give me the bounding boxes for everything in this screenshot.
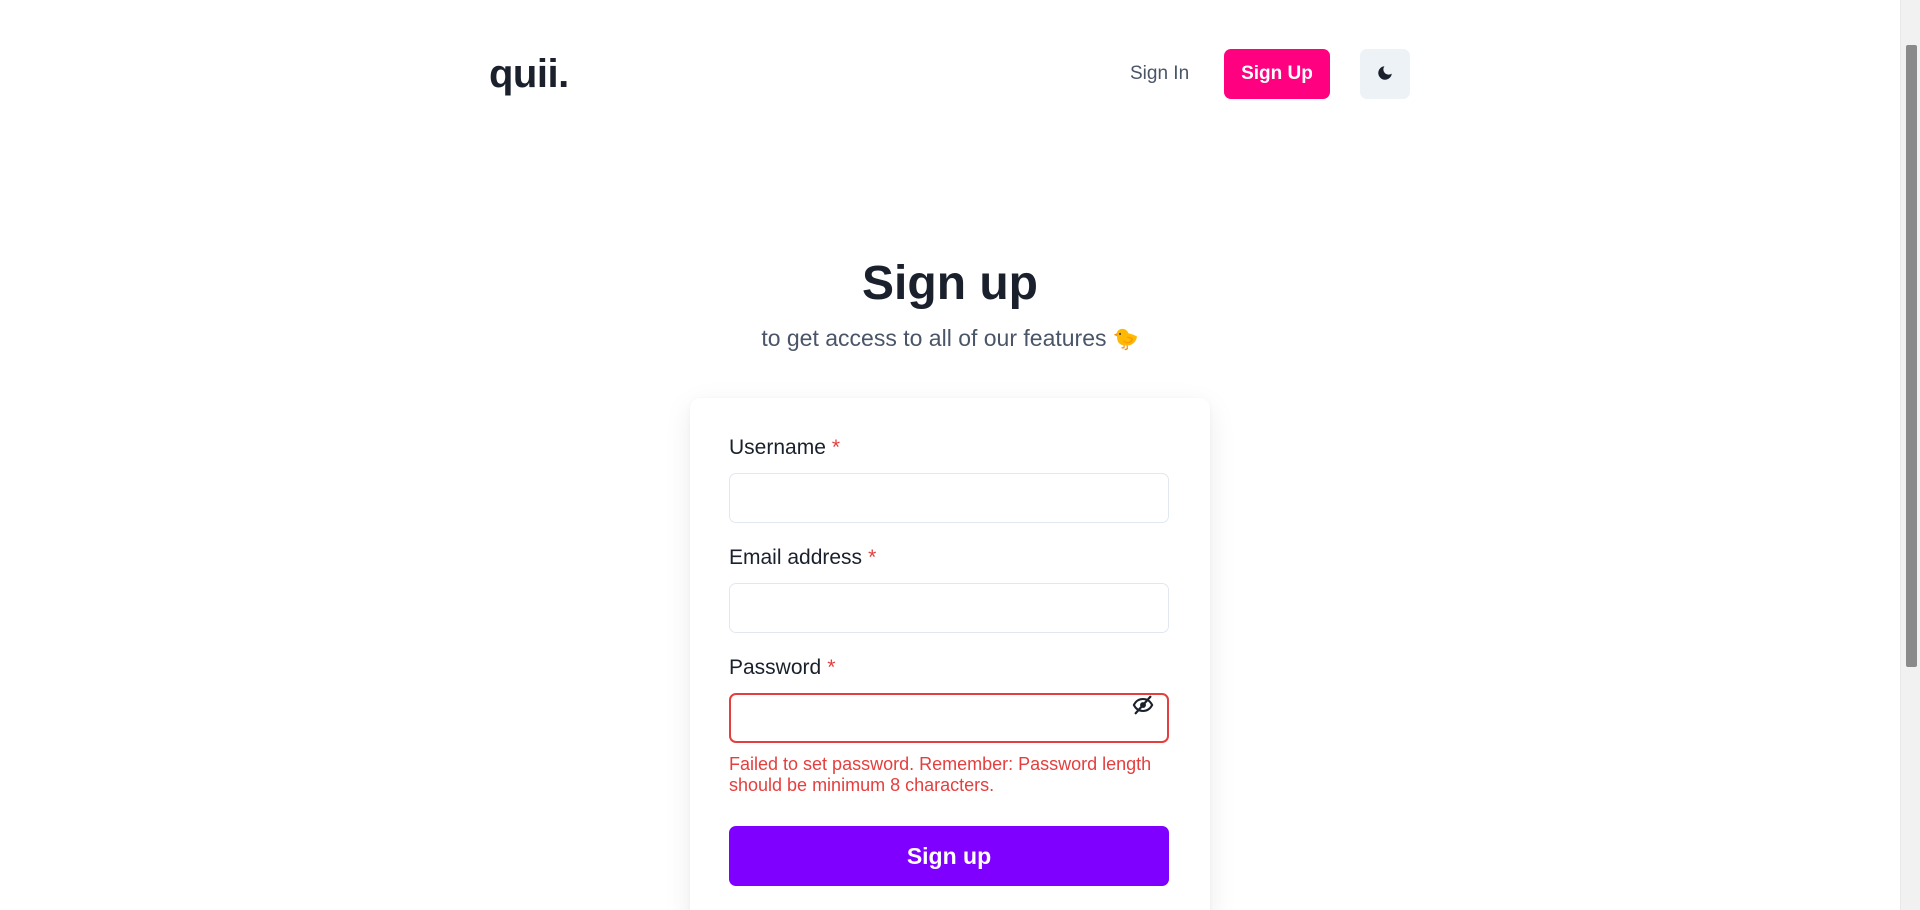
scrollbar-thumb[interactable]	[1906, 45, 1917, 667]
submit-signup-button[interactable]: Sign up	[729, 826, 1169, 886]
sign-up-button[interactable]: Sign Up	[1224, 49, 1330, 99]
required-asterisk: *	[831, 436, 841, 459]
password-error-message: Failed to set password. Remember: Passwo…	[729, 754, 1152, 795]
username-label: Username *	[729, 433, 840, 463]
subtitle-text: to get access to all of our features	[761, 325, 1107, 351]
username-label-text: Username	[729, 436, 826, 459]
email-label-text: Email address	[729, 546, 863, 569]
password-label: Password *	[729, 653, 835, 683]
password-input[interactable]	[729, 693, 1169, 743]
chick-emoji: 🐤	[1112, 328, 1139, 351]
password-label-text: Password	[729, 656, 822, 679]
page-title: Sign up	[862, 257, 1038, 310]
toggle-password-visibility-button[interactable]	[1128, 691, 1158, 721]
theme-toggle-button[interactable]	[1360, 49, 1410, 99]
signup-form-card: Username * Email address * Password * Faile…	[690, 398, 1210, 910]
required-asterisk: *	[868, 546, 877, 569]
required-asterisk: *	[827, 656, 836, 679]
username-input[interactable]	[729, 473, 1169, 523]
email-input[interactable]	[729, 583, 1169, 633]
sign-in-link[interactable]: Sign In	[1130, 60, 1189, 88]
moon-icon	[1376, 64, 1394, 85]
page: quii. Sign In Sign Up Sign up to get acc…	[0, 0, 1920, 910]
page-scrollbar[interactable]	[1900, 0, 1920, 910]
logo[interactable]: quii.	[489, 46, 569, 102]
top-nav: quii. Sign In Sign Up	[0, 0, 1900, 150]
eye-slash-icon	[1132, 694, 1154, 719]
page-subtitle: to get access to all of our features 🐤	[0, 322, 1900, 356]
email-label: Email address *	[729, 543, 876, 573]
